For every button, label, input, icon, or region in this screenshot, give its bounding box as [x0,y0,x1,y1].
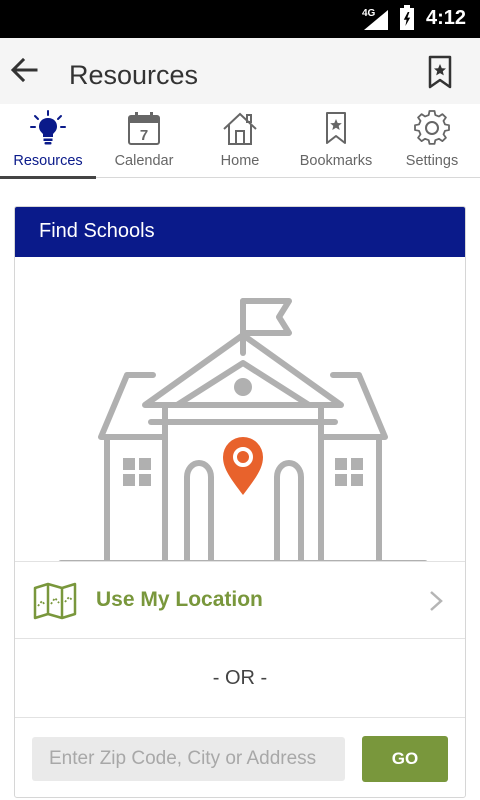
tab-label: Calendar [114,153,174,169]
calendar-icon: 7 [128,112,160,145]
back-button[interactable] [6,52,42,88]
find-schools-card: Find Schools Use My Location - OR - Ente… [14,206,466,798]
tab-home[interactable]: Home [192,104,288,178]
tab-resources[interactable]: Resources [0,104,96,179]
zip-city-address-input[interactable] [32,737,345,781]
bookmark-icon [326,112,346,144]
status-bar: 4G 4:12 [0,0,480,38]
tab-label: Resources [13,153,83,169]
status-time: 4:12 [426,7,467,29]
go-button[interactable]: GO [362,736,448,782]
or-separator: - OR - [212,667,268,689]
search-row: GO [15,717,465,797]
calendar-day: 7 [140,127,148,144]
bookmark-page-button[interactable] [422,52,458,92]
tab-label: Settings [405,153,459,169]
page-title: Resources [69,60,199,90]
bookmark-star-icon [428,55,452,89]
gear-icon [414,110,450,145]
use-my-location-label: Use My Location [96,588,263,611]
school-building-illustration [58,298,428,561]
lightbulb-icon [30,110,66,145]
battery-charging-icon [400,5,414,30]
home-icon [223,112,257,145]
card-title: Find Schools [15,207,465,257]
app-bar: Resources [0,38,480,104]
tab-settings[interactable]: Settings [384,104,480,178]
use-my-location-button[interactable]: Use My Location [15,561,465,639]
tab-calendar[interactable]: 7 Calendar [96,104,192,178]
arrow-left-icon [10,57,38,83]
signal-icon [364,10,388,30]
map-icon [33,582,77,620]
tab-bar: Resources 7 Calendar Home Bookmarks Sett… [0,104,480,179]
tab-label: Bookmarks [299,153,373,169]
tab-label: Home [220,153,260,169]
tab-bookmarks[interactable]: Bookmarks [288,104,384,178]
chevron-right-icon [430,591,443,611]
